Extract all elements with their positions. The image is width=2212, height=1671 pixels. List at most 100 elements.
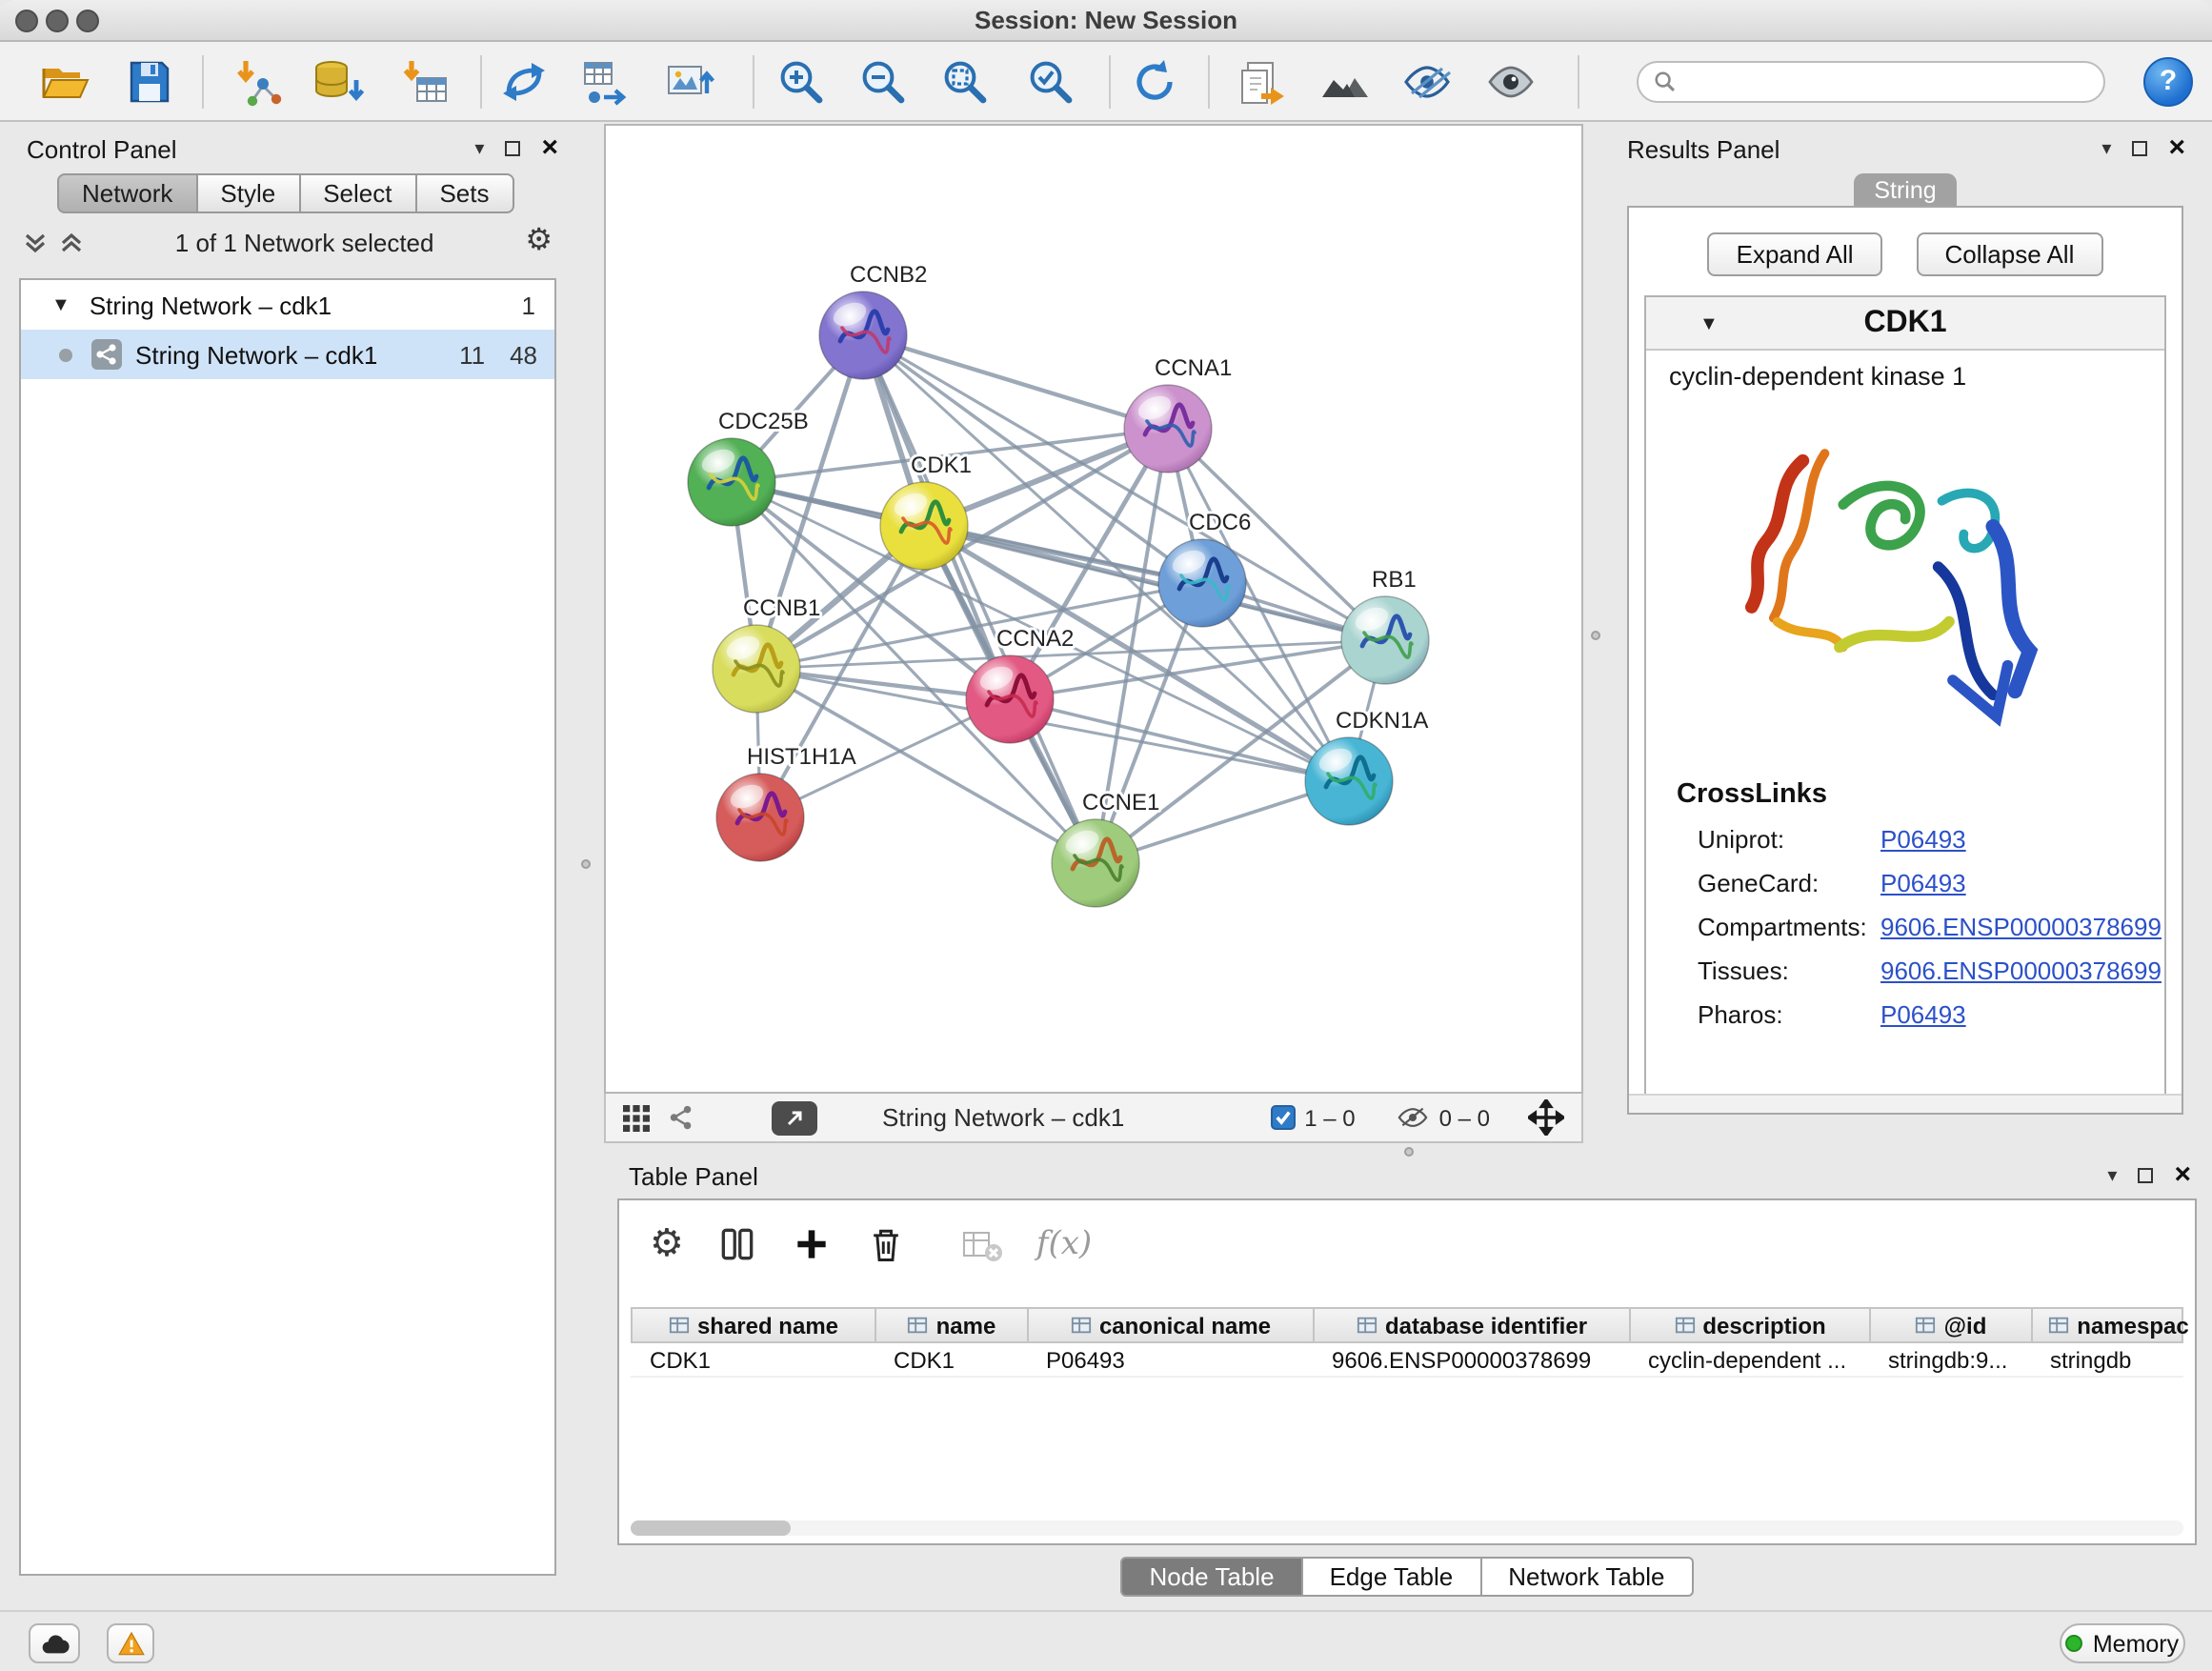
panel-float-icon[interactable] <box>505 141 520 156</box>
crosslink-link[interactable]: 9606.ENSP00000378699 <box>1880 949 2162 993</box>
splitter-handle[interactable] <box>1591 631 1600 640</box>
crosslink-row: Pharos:P06493 <box>1646 993 2164 1037</box>
network-node-CDK1[interactable]: CDK1 <box>880 453 972 570</box>
help-button[interactable]: ? <box>2143 57 2193 107</box>
application-window: Session: New Session ? Con <box>0 0 2212 1671</box>
zoom-selected-button[interactable] <box>1021 53 1078 111</box>
grid-view-icon[interactable] <box>623 1104 650 1131</box>
import-network-database-button[interactable] <box>309 53 366 111</box>
delete-column-icon[interactable] <box>865 1222 907 1264</box>
table-horizontal-scrollbar[interactable] <box>631 1520 2183 1536</box>
table-row[interactable]: CDK1 CDK1 P06493 9606.ENSP00000378699 cy… <box>631 1343 2183 1378</box>
gear-icon[interactable]: ⚙ <box>525 227 553 257</box>
detach-view-button[interactable] <box>772 1100 817 1135</box>
crosslink-link[interactable]: P06493 <box>1880 861 1966 905</box>
scrollbar-thumb[interactable] <box>631 1520 791 1536</box>
crosslink-row: Uniprot:P06493 <box>1646 817 2164 861</box>
crosslink-link[interactable]: P06493 <box>1880 993 1966 1037</box>
expand-all-button[interactable]: Expand All <box>1708 232 1882 276</box>
export-document-button[interactable] <box>1231 53 1288 111</box>
tab-network-table[interactable]: Network Table <box>1481 1557 1693 1597</box>
table-gear-icon[interactable]: ⚙ <box>650 1228 684 1258</box>
cloud-status-button[interactable] <box>29 1623 80 1663</box>
tab-network[interactable]: Network <box>57 173 197 213</box>
panel-menu-icon[interactable]: ▾ <box>474 138 484 159</box>
network-node-CDKN1A[interactable]: CDKN1A <box>1305 708 1428 825</box>
zoom-in-button[interactable] <box>772 53 829 111</box>
panel-close-icon[interactable]: × <box>541 139 558 158</box>
selected-checkbox-icon[interactable] <box>1270 1105 1295 1130</box>
cell-description: cyclin-dependent ... <box>1629 1343 1869 1376</box>
expand-all-icon[interactable] <box>59 230 84 254</box>
network-node-CDC6[interactable]: CDC6 <box>1158 510 1251 627</box>
column-header[interactable]: database identifier <box>1315 1309 1631 1341</box>
zoom-out-button[interactable] <box>854 53 911 111</box>
panel-close-icon[interactable]: × <box>2174 1166 2191 1185</box>
column-header[interactable]: description <box>1631 1309 1871 1341</box>
network-collection-row[interactable]: ▼ String Network – cdk1 1 <box>21 280 554 330</box>
open-folder-icon <box>38 55 91 109</box>
column-header[interactable]: name <box>876 1309 1029 1341</box>
network-node-HIST1H1A[interactable]: HIST1H1A <box>716 744 856 861</box>
zoom-fit-button[interactable] <box>935 53 993 111</box>
collapse-all-button[interactable]: Collapse All <box>1917 232 2103 276</box>
network-from-table-button[interactable] <box>577 53 634 111</box>
save-session-button[interactable] <box>120 53 177 111</box>
collapse-all-icon[interactable] <box>23 230 48 254</box>
tab-sets[interactable]: Sets <box>416 173 513 213</box>
warning-status-button[interactable] <box>107 1623 154 1663</box>
add-column-icon[interactable] <box>791 1222 833 1264</box>
tab-string[interactable]: String <box>1854 173 1957 208</box>
pan-tool-icon[interactable] <box>1528 1099 1564 1136</box>
network-view[interactable]: CCNB2CCNA1CDC25BCDK1CDC6RB1CCNB1CCNA2CDK… <box>604 124 1583 1094</box>
splitter-handle[interactable] <box>581 859 591 869</box>
results-panel: Results Panel ▾ × String Expand All Coll… <box>1619 130 2191 1120</box>
search-input[interactable] <box>1686 69 2088 95</box>
search-box[interactable] <box>1637 61 2105 103</box>
crosslink-link[interactable]: P06493 <box>1880 817 1966 861</box>
clone-network-button[interactable] <box>495 53 553 111</box>
disclosure-triangle-icon[interactable]: ▼ <box>51 294 70 315</box>
panel-float-icon[interactable] <box>2138 1168 2153 1183</box>
network-node-RB1[interactable]: RB1 <box>1341 567 1429 684</box>
crosslink-link[interactable]: 9606.ENSP00000378699 <box>1880 905 2162 949</box>
crosslink-label: Uniprot: <box>1698 817 1880 861</box>
network-node-CCNA1[interactable]: CCNA1 <box>1124 355 1232 473</box>
column-header[interactable]: canonical name <box>1029 1309 1315 1341</box>
hide-graphics-details-button[interactable] <box>1398 53 1456 111</box>
tab-edge-table[interactable]: Edge Table <box>1303 1557 1482 1597</box>
memory-button[interactable]: Memory <box>2060 1623 2185 1663</box>
panel-float-icon[interactable] <box>2132 141 2147 156</box>
show-graphics-details-button[interactable] <box>1482 53 1539 111</box>
results-scrollbar[interactable] <box>1629 1094 2182 1113</box>
refresh-layout-button[interactable] <box>1126 53 1183 111</box>
tab-style[interactable]: Style <box>197 173 300 213</box>
tab-select[interactable]: Select <box>300 173 416 213</box>
toolbar-separator <box>202 55 204 109</box>
network-node-CCNB2[interactable]: CCNB2 <box>819 262 927 379</box>
node-label: CCNE1 <box>1082 790 1159 815</box>
birds-eye-view-icon[interactable] <box>667 1103 695 1132</box>
network-node-CDC25B[interactable]: CDC25B <box>688 409 809 526</box>
panel-menu-icon[interactable]: ▾ <box>2107 1165 2117 1186</box>
select-columns-icon[interactable] <box>716 1222 758 1264</box>
crosslinks-title: CrossLinks <box>1677 779 2164 810</box>
tab-node-table[interactable]: Node Table <box>1120 1557 1302 1597</box>
disclosure-triangle-icon[interactable]: ▼ <box>1699 314 1719 335</box>
hidden-eye-icon[interactable] <box>1398 1105 1430 1130</box>
splitter-handle[interactable] <box>1404 1147 1414 1157</box>
cytoscape-home-button[interactable] <box>1317 53 1374 111</box>
import-network-file-button[interactable] <box>229 53 286 111</box>
panel-close-icon[interactable]: × <box>2168 139 2185 158</box>
network-row-selected[interactable]: String Network – cdk1 11 48 <box>21 330 554 379</box>
import-table-button[interactable] <box>396 53 453 111</box>
column-header[interactable]: shared name <box>633 1309 876 1341</box>
column-header[interactable]: namespac <box>2033 1309 2204 1341</box>
open-session-button[interactable] <box>36 53 93 111</box>
protein-card-header[interactable]: ▼ CDK1 <box>1646 297 2164 351</box>
column-type-icon <box>1916 1315 1937 1336</box>
panel-menu-icon[interactable]: ▾ <box>2101 138 2111 159</box>
column-header[interactable]: @id <box>1871 1309 2033 1341</box>
column-type-icon <box>669 1315 690 1336</box>
export-image-button[interactable] <box>661 53 718 111</box>
